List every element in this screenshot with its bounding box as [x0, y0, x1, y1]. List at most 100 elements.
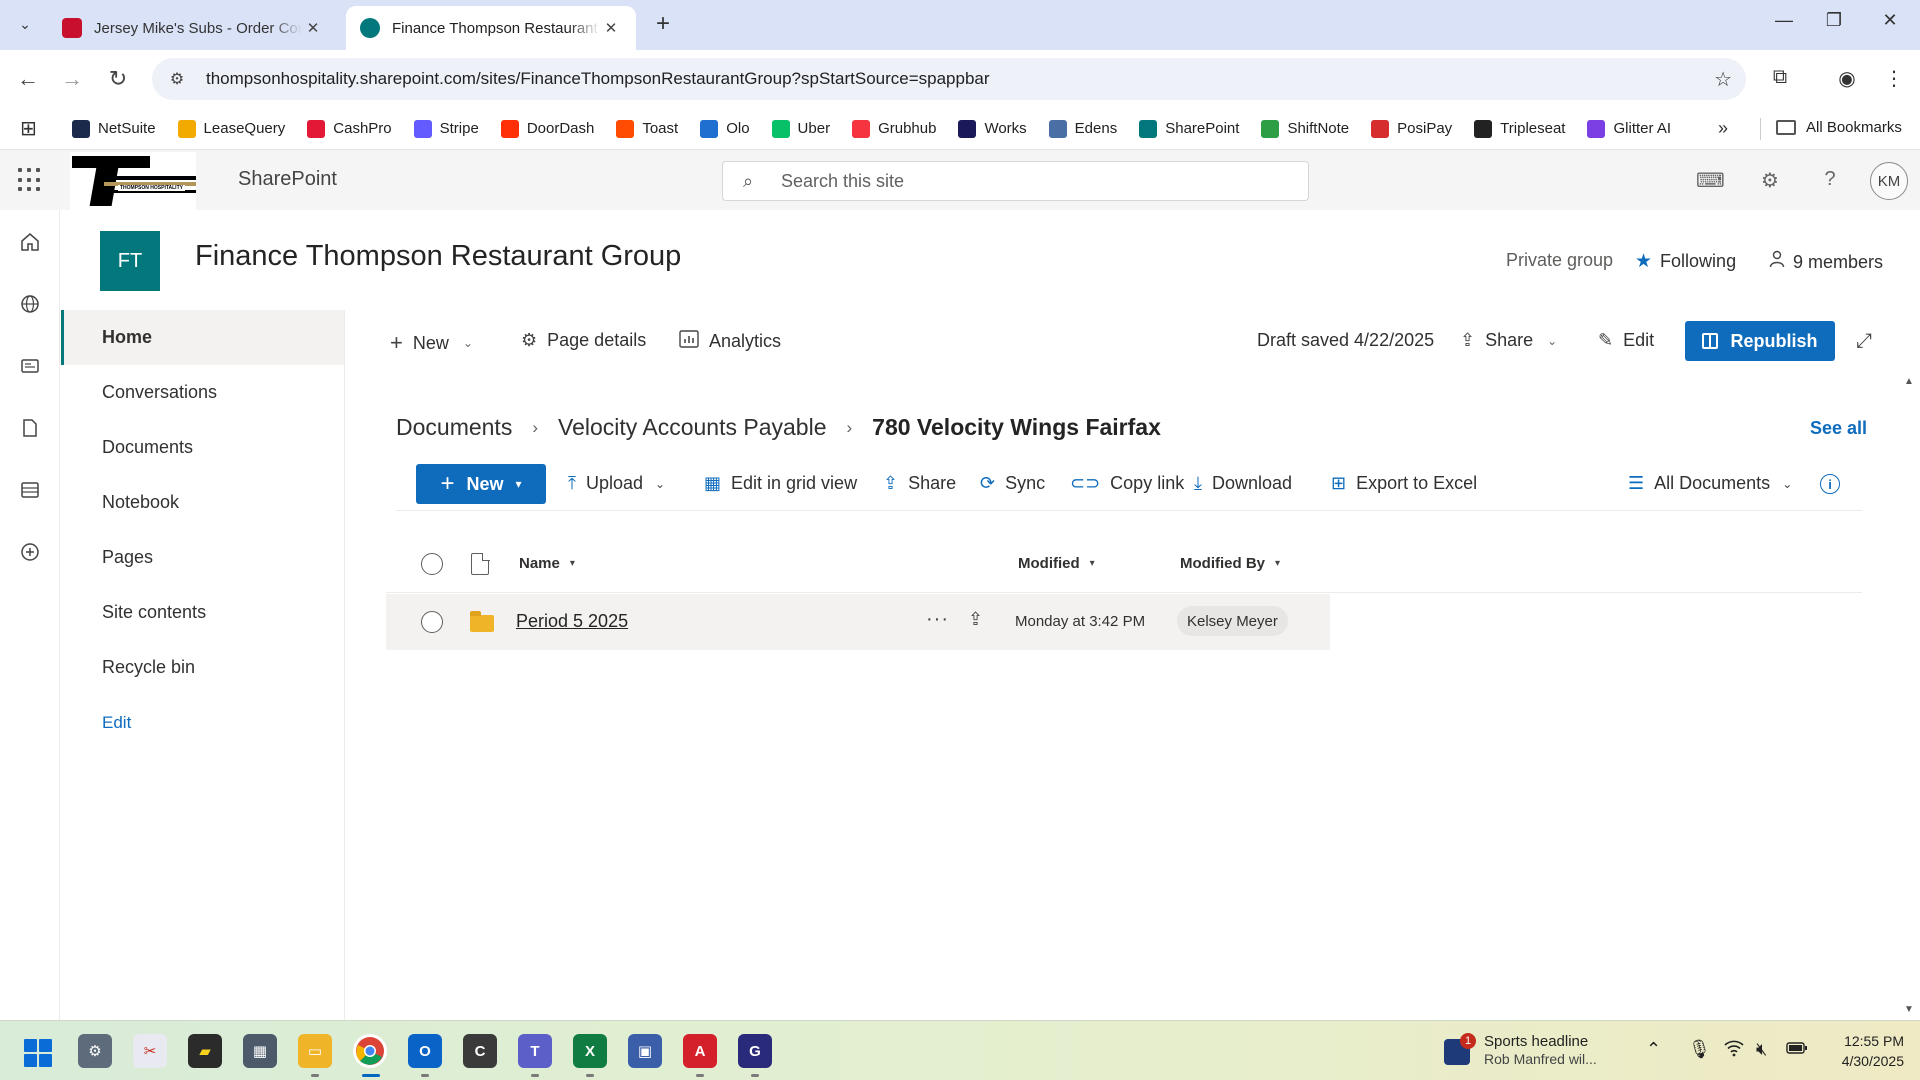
all-bookmarks-button[interactable]: All Bookmarks: [1776, 119, 1902, 136]
info-icon[interactable]: i: [1820, 474, 1840, 494]
bookmark-leasequery[interactable]: LeaseQuery: [177, 119, 285, 138]
nav-item-documents[interactable]: Documents: [61, 420, 344, 475]
windows-start-icon[interactable]: [24, 1039, 52, 1067]
apps-grid-icon[interactable]: ⊞: [20, 116, 44, 141]
breadcrumb-velocity-ap[interactable]: Velocity Accounts Payable: [558, 414, 827, 441]
republish-button[interactable]: Republish: [1685, 321, 1835, 361]
bookmark-shiftnote[interactable]: ShiftNote: [1261, 119, 1349, 138]
teams-icon[interactable]: T: [518, 1034, 552, 1068]
new-tab-button[interactable]: +: [650, 12, 676, 38]
bookmark-uber[interactable]: Uber: [771, 119, 830, 138]
scroll-up-arrow-icon[interactable]: ▲: [1904, 376, 1914, 387]
more-actions-icon[interactable]: ···: [926, 608, 949, 631]
screenshot-icon[interactable]: ⧉: [1766, 66, 1794, 89]
bookmark-tripleseat[interactable]: Tripleseat: [1474, 119, 1565, 138]
bookmark-grubhub[interactable]: Grubhub: [852, 119, 936, 138]
acrobat-icon[interactable]: A: [683, 1034, 717, 1068]
forward-icon[interactable]: →: [58, 65, 86, 93]
bookmark-edens[interactable]: Edens: [1048, 119, 1117, 138]
tab-close-icon[interactable]: ✕: [600, 19, 622, 37]
site-info-icon[interactable]: ⚙: [162, 69, 192, 89]
page-details-button[interactable]: ⚙ Page details: [521, 330, 646, 351]
remote-desktop-icon[interactable]: ▣: [628, 1034, 662, 1068]
lists-icon[interactable]: [16, 476, 44, 504]
bookmark-toast[interactable]: Toast: [616, 119, 678, 138]
nav-edit-link[interactable]: Edit: [61, 695, 344, 750]
page-new-button[interactable]: + New ⌄: [390, 330, 473, 356]
news-icon[interactable]: [16, 352, 44, 380]
sharepoint-brand[interactable]: SharePoint: [238, 168, 337, 191]
file-explorer-icon[interactable]: ▭: [298, 1034, 332, 1068]
speaker-muted-icon[interactable]: 🔇︎: [1756, 1039, 1767, 1060]
view-switcher[interactable]: ☰ All Documents ⌄: [1628, 473, 1792, 494]
bookmark-posipay[interactable]: PosiPay: [1371, 119, 1452, 138]
help-question-icon[interactable]: ?: [1816, 168, 1844, 191]
folder-name-link[interactable]: Period 5 2025: [516, 611, 628, 632]
analytics-button[interactable]: Analytics: [679, 330, 781, 353]
chrome-icon[interactable]: [353, 1034, 387, 1068]
site-logo[interactable]: FT: [100, 231, 160, 291]
edit-grid-button[interactable]: ▦ Edit in grid view: [704, 473, 857, 494]
user-avatar[interactable]: KM: [1870, 162, 1908, 200]
upload-button[interactable]: ⤒ Upload ⌄: [568, 473, 665, 494]
column-header-name[interactable]: Name ▾: [519, 555, 575, 572]
share-icon[interactable]: ⇪: [968, 609, 983, 630]
browser-tab-jersey-mikes[interactable]: Jersey Mike's Subs - Order Com ✕: [48, 6, 338, 50]
app-launcher-icon[interactable]: [18, 168, 42, 192]
browser-tab-sharepoint[interactable]: Finance Thompson Restaurant G ✕: [346, 6, 636, 50]
nav-item-notebook[interactable]: Notebook: [61, 475, 344, 530]
files-icon[interactable]: [16, 414, 44, 442]
nav-item-pages[interactable]: Pages: [61, 530, 344, 585]
copy-link-button[interactable]: ⊂⊃ Copy link: [1070, 473, 1184, 494]
profile-icon[interactable]: ◉: [1833, 66, 1861, 91]
news-widget[interactable]: 1 Sports headline Rob Manfred wil...: [1444, 1031, 1644, 1071]
outlook-icon[interactable]: O: [408, 1034, 442, 1068]
bookmark-stripe[interactable]: Stripe: [413, 119, 479, 138]
bookmark-sharepoint[interactable]: SharePoint: [1139, 119, 1239, 138]
site-title[interactable]: Finance Thompson Restaurant Group: [195, 240, 681, 273]
column-header-modified[interactable]: Modified ▾: [1018, 555, 1095, 572]
sticky-notes-icon[interactable]: ▰: [188, 1034, 222, 1068]
create-plus-icon[interactable]: [16, 538, 44, 566]
bookmark-doordash[interactable]: DoorDash: [500, 119, 594, 138]
bookmark-works[interactable]: Works: [958, 119, 1027, 138]
nav-item-site-contents[interactable]: Site contents: [61, 585, 344, 640]
tab-search-icon[interactable]: ⌄: [12, 11, 38, 37]
breadcrumb-documents[interactable]: Documents: [396, 414, 512, 441]
column-header-modified-by[interactable]: Modified By ▾: [1180, 555, 1280, 572]
modified-by-persona[interactable]: Kelsey Meyer: [1177, 606, 1288, 636]
sync-button[interactable]: ⟳ Sync: [980, 473, 1045, 494]
library-share-button[interactable]: ⇪ Share: [883, 473, 956, 494]
close-window-icon[interactable]: ✕: [1870, 10, 1910, 31]
globe-icon[interactable]: [16, 290, 44, 318]
library-new-button[interactable]: + New ▾: [416, 464, 546, 504]
app-c-icon[interactable]: C: [463, 1034, 497, 1068]
reload-icon[interactable]: ↻: [104, 65, 132, 93]
scroll-down-arrow-icon[interactable]: ▼: [1904, 1004, 1914, 1015]
row-select-checkbox[interactable]: [421, 611, 443, 633]
settings-gear-icon[interactable]: ⚙: [1756, 168, 1784, 193]
search-input[interactable]: [781, 170, 1281, 192]
snipping-tool-icon[interactable]: ✂: [133, 1034, 167, 1068]
see-all-link[interactable]: See all: [1810, 418, 1867, 439]
minimize-icon[interactable]: —: [1764, 10, 1804, 31]
bookmark-star-icon[interactable]: ☆: [1714, 67, 1732, 92]
download-button[interactable]: ⤓ Download: [1194, 473, 1292, 494]
select-all-checkbox[interactable]: [421, 553, 443, 575]
members-button[interactable]: 9 members: [1769, 250, 1883, 274]
export-excel-button[interactable]: ⊞ Export to Excel: [1331, 473, 1477, 494]
tab-close-icon[interactable]: ✕: [302, 19, 324, 37]
copilot-chat-icon[interactable]: ⌨: [1696, 168, 1725, 193]
battery-icon[interactable]: [1786, 1039, 1808, 1060]
file-type-icon[interactable]: [471, 552, 490, 575]
table-row[interactable]: Period 5 2025 ··· ⇪ Monday at 3:42 PM Ke…: [386, 594, 1330, 650]
expand-icon[interactable]: ⤢: [1856, 330, 1872, 353]
microphone-icon[interactable]: 🎙︎: [1688, 1039, 1711, 1060]
nav-item-conversations[interactable]: Conversations: [61, 365, 344, 420]
nav-item-recycle-bin[interactable]: Recycle bin: [61, 640, 344, 695]
restore-icon[interactable]: ❐: [1814, 10, 1854, 31]
bookmark-cashpro[interactable]: CashPro: [307, 119, 392, 138]
bookmark-olo[interactable]: Olo: [700, 119, 750, 138]
bookmark-netsuite[interactable]: NetSuite: [72, 119, 156, 138]
site-search-box[interactable]: ⌕: [722, 161, 1309, 201]
